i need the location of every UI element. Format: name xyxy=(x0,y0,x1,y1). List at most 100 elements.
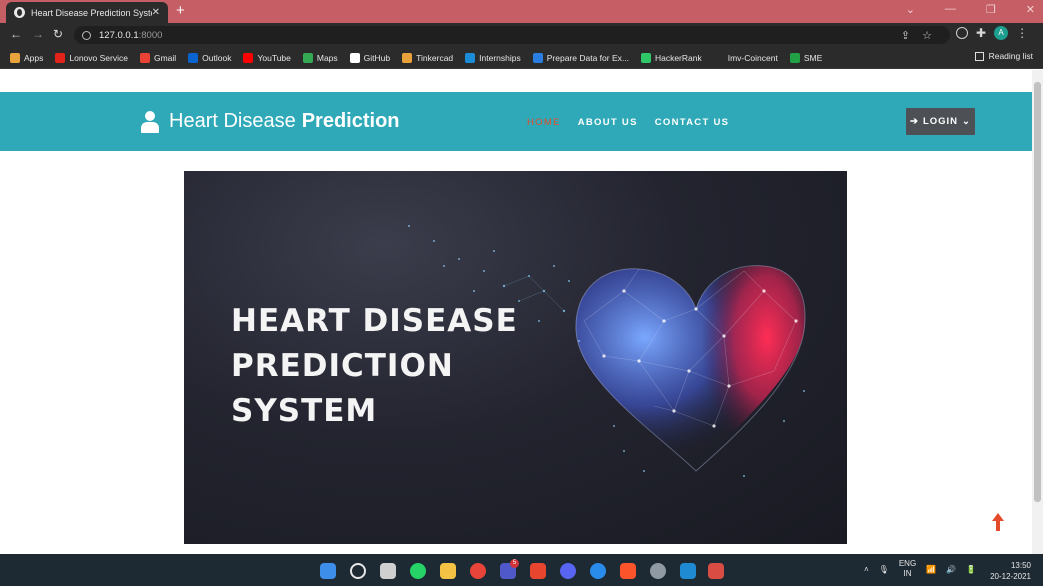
bookmark-label: Gmail xyxy=(153,52,177,63)
browser-tab[interactable]: Heart Disease Prediction System ✕ xyxy=(6,2,168,23)
microphone-icon[interactable]: 🎙 xyxy=(879,565,889,574)
doctor-icon xyxy=(141,110,159,133)
nav-about-us[interactable]: ABOUT US xyxy=(578,117,638,128)
bookmark-item[interactable]: Imv-Coincent xyxy=(713,52,778,63)
bookmark-item[interactable]: SME xyxy=(789,52,823,63)
bookmark-favicon-icon xyxy=(789,52,800,63)
tab-title: Heart Disease Prediction System xyxy=(31,7,152,18)
site-info-icon[interactable] xyxy=(82,30,91,40)
clock-date: 20-12-2021 xyxy=(990,572,1031,581)
system-tray: ˄ 🎙 ENG IN 📶 🔊 🔋 xyxy=(864,559,976,579)
bookmark-star-icon[interactable]: ☆ xyxy=(922,29,932,42)
kebab-menu-icon[interactable]: ⋮ xyxy=(1016,26,1028,40)
site-logo[interactable]: Heart Disease Prediction xyxy=(141,110,400,133)
windows-start-icon[interactable] xyxy=(320,563,336,579)
address-bar-actions: ⇪ ☆ xyxy=(901,29,932,42)
discord-icon[interactable] xyxy=(560,563,576,579)
bookmark-item[interactable]: Apps xyxy=(10,52,44,63)
window-controls: ⌄ — ❐ ✕ xyxy=(906,3,1035,16)
bookmark-label: SME xyxy=(803,52,823,63)
bookmark-label: Tinkercad xyxy=(416,52,454,63)
battery-icon[interactable]: 🔋 xyxy=(966,565,976,574)
wifi-icon[interactable]: 📶 xyxy=(926,565,936,574)
bookmark-favicon-icon xyxy=(640,52,651,63)
bookmark-item[interactable]: YouTube xyxy=(243,52,291,63)
reload-icon[interactable]: ↻ xyxy=(53,27,63,41)
extensions-area: ✚ A ⋮ xyxy=(956,26,1028,40)
notification-badge: 5 xyxy=(510,559,519,568)
nav-home[interactable]: HOME xyxy=(527,117,561,128)
file-explorer-icon[interactable] xyxy=(440,563,456,579)
share-icon[interactable]: ⇪ xyxy=(901,29,910,42)
bookmark-item[interactable]: Gmail xyxy=(139,52,177,63)
bookmark-label: Prepare Data for Ex... xyxy=(546,52,629,63)
new-tab-button[interactable]: + xyxy=(176,3,185,19)
extensions-puzzle-icon[interactable]: ✚ xyxy=(976,26,986,40)
bookmark-item[interactable]: Prepare Data for Ex... xyxy=(532,52,629,63)
minimize-icon[interactable]: — xyxy=(945,3,956,16)
back-to-top-arrow-icon[interactable] xyxy=(990,512,1006,532)
banner-line: PREDICTION xyxy=(231,348,454,384)
bookmark-item[interactable]: Lonovo Service xyxy=(55,52,128,63)
bookmark-label: HackerRank xyxy=(654,52,702,63)
bookmarks-bar: Apps Lonovo Service Gmail Outlook YouTube Map… xyxy=(0,47,1043,69)
bookmark-item[interactable]: HackerRank xyxy=(640,52,702,63)
bookmark-favicon-icon xyxy=(302,52,313,63)
bookmark-favicon-icon xyxy=(465,52,476,63)
chrome-icon[interactable] xyxy=(470,563,486,579)
vscode-icon[interactable] xyxy=(680,563,696,579)
banner-title: HEART DISEASE PREDICTION SYSTEM xyxy=(231,299,518,434)
bookmark-favicon-icon xyxy=(55,52,66,63)
bookmark-favicon-icon xyxy=(139,52,150,63)
bookmark-favicon-icon xyxy=(188,52,199,63)
address-bar[interactable]: 127.0.0.1 :8000 ⇪ ☆ xyxy=(74,26,950,44)
url-host: 127.0.0.1 xyxy=(99,29,139,41)
main-nav: HOME ABOUT US CONTACT US xyxy=(527,117,729,128)
clock-time: 13:50 xyxy=(1010,561,1031,570)
brand-text-light: Heart Disease xyxy=(169,110,296,132)
bookmark-label: Internships xyxy=(479,52,521,63)
reading-list-button[interactable]: Reading list xyxy=(974,51,1033,61)
brave-icon[interactable] xyxy=(620,563,636,579)
bookmark-item[interactable]: Internships xyxy=(465,52,521,63)
bookmark-item[interactable]: Maps xyxy=(302,52,338,63)
clock[interactable]: 13:50 20-12-2021 xyxy=(990,560,1031,582)
bookmark-item[interactable]: Tinkercad xyxy=(402,52,454,63)
nav-contact-us[interactable]: CONTACT US xyxy=(655,117,730,128)
login-button[interactable]: ➔ LOGIN ⌄ xyxy=(906,108,975,135)
browser-toolbar: ← → ↻ 127.0.0.1 :8000 ⇪ ☆ xyxy=(0,23,1043,47)
grammarly-icon[interactable] xyxy=(956,27,968,39)
bookmark-label: Apps xyxy=(24,52,44,63)
close-tab-icon[interactable]: ✕ xyxy=(152,7,160,18)
bookmark-item[interactable]: GitHub xyxy=(349,52,390,63)
brand-text-bold: Prediction xyxy=(301,110,400,132)
banner-line: SYSTEM xyxy=(231,393,378,429)
active-app-icon[interactable] xyxy=(708,563,724,579)
forward-arrow-icon[interactable]: → xyxy=(32,27,44,41)
search-icon[interactable] xyxy=(350,563,366,579)
whatsapp-icon[interactable] xyxy=(410,563,426,579)
hero-banner: HEART DISEASE PREDICTION SYSTEM xyxy=(184,171,847,544)
sign-in-icon: ➔ xyxy=(909,116,919,127)
page-scrollbar[interactable] xyxy=(1032,70,1043,554)
settings-gear-icon[interactable] xyxy=(650,563,666,579)
bookmark-favicon-icon xyxy=(10,52,20,63)
wps-icon[interactable] xyxy=(530,563,546,579)
task-view-icon[interactable] xyxy=(380,563,396,579)
restore-icon[interactable]: ❐ xyxy=(986,3,996,16)
page-viewport: Heart Disease Prediction HOME ABOUT US C… xyxy=(0,70,1032,554)
volume-icon[interactable]: 🔊 xyxy=(946,565,956,574)
reading-list-icon xyxy=(974,51,984,61)
close-window-icon[interactable]: ✕ xyxy=(1026,3,1035,16)
bookmark-favicon-icon xyxy=(532,52,543,63)
scrollbar-thumb[interactable] xyxy=(1034,82,1041,502)
chevron-down-icon[interactable]: ⌄ xyxy=(906,3,915,16)
language-indicator[interactable]: ENG IN xyxy=(899,559,916,579)
chevron-up-icon[interactable]: ˄ xyxy=(864,565,869,574)
back-arrow-icon[interactable]: ← xyxy=(10,27,22,41)
profile-avatar[interactable]: A xyxy=(994,26,1009,40)
bookmark-item[interactable]: Outlook xyxy=(188,52,231,63)
url-port: :8000 xyxy=(138,29,163,41)
bookmark-favicon-icon xyxy=(402,52,413,63)
messenger-icon[interactable] xyxy=(590,563,606,579)
